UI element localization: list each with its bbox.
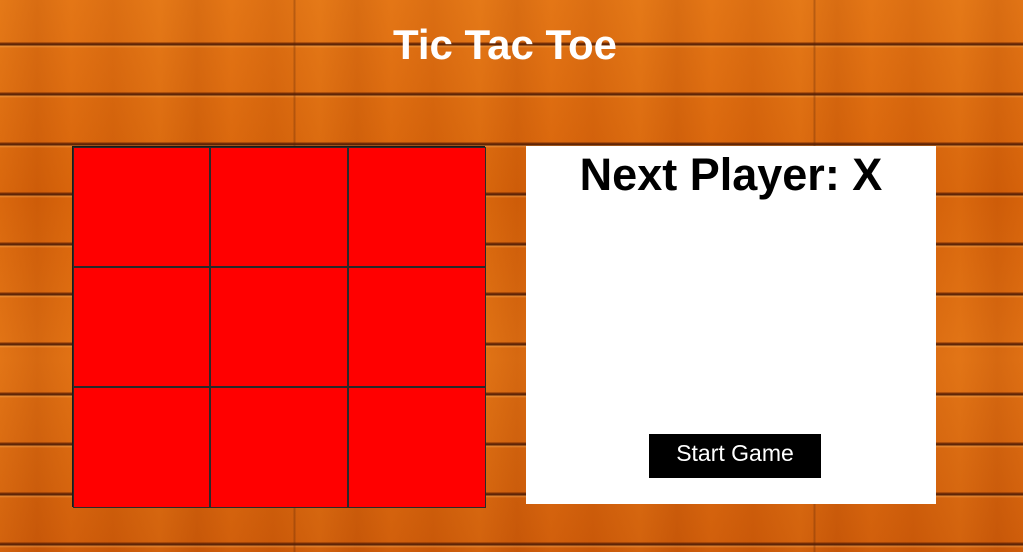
board-cell-6[interactable] — [348, 267, 486, 387]
board-cell-2[interactable] — [210, 147, 348, 267]
status-panel: Next Player: X Start Game — [526, 146, 936, 504]
board-cell-9[interactable] — [348, 387, 486, 508]
game-board — [72, 146, 486, 508]
board-cell-4[interactable] — [73, 267, 210, 387]
board-cell-5[interactable] — [210, 267, 348, 387]
board-cell-1[interactable] — [73, 147, 210, 267]
next-player-status: Next Player: X — [579, 149, 883, 200]
board-cell-7[interactable] — [73, 387, 210, 508]
board-cell-3[interactable] — [348, 147, 486, 267]
page-title: Tic Tac Toe — [392, 21, 618, 68]
start-game-button[interactable]: Start Game — [649, 434, 821, 478]
board-cell-8[interactable] — [210, 387, 348, 508]
